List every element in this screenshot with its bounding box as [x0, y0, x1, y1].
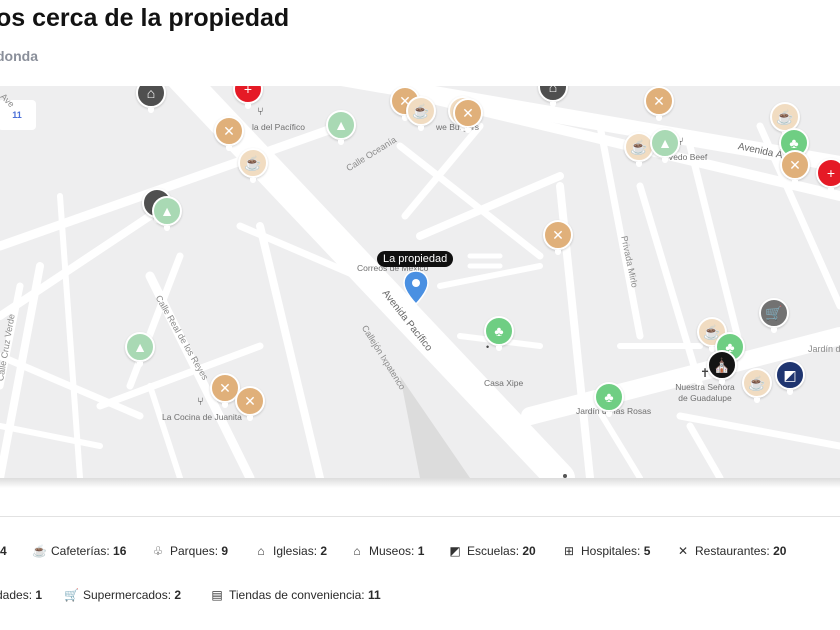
category-cafeterias: ☕ Cafeterías: 16 — [32, 544, 127, 558]
place-label: La Cocina de Juanita — [162, 412, 242, 422]
museum-icon: ⌂ — [136, 86, 166, 108]
cafe-icon: ☕ — [406, 96, 436, 126]
restaurant-pin[interactable]: ✕ — [644, 86, 674, 122]
park-icon: ♣ — [594, 382, 624, 412]
museum-pin[interactable]: ⌂ — [538, 86, 568, 108]
restaurant-pin[interactable]: ✕ — [543, 220, 573, 256]
restaurant-pin[interactable]: ✕ — [235, 386, 265, 422]
property-pin-icon[interactable] — [403, 270, 429, 306]
cafe-icon: ☕ — [32, 544, 47, 558]
school-icon: ◩ — [775, 360, 805, 390]
museum-icon: ⌂ — [538, 86, 568, 102]
cafe-pin[interactable]: ☕ — [238, 148, 268, 184]
restaurant-icon: ✕ — [543, 220, 573, 250]
category-museos: ⌂ Museos: 1 — [350, 541, 424, 561]
school-pin[interactable]: ◩ — [775, 360, 805, 396]
hospital-pin[interactable]: + — [233, 86, 263, 110]
category-supermercados: 🛒 Supermercados: 2 — [64, 588, 182, 602]
category-escuelas: ◩ Escuelas: 20 — [449, 544, 536, 558]
school-pin[interactable]: ▲ — [326, 110, 356, 146]
park-icon: ♧ — [152, 544, 164, 558]
restaurant-icon: ✕ — [644, 86, 674, 116]
hospital-icon: + — [233, 86, 263, 104]
store-icon: ▤ — [211, 588, 223, 602]
church-icon: ⛪ — [707, 350, 737, 380]
park-pin[interactable]: ♣ — [484, 316, 514, 352]
cafe-icon: ☕ — [238, 148, 268, 178]
restaurant-icon: ✕ — [677, 544, 689, 558]
category-parques: ♧ Parques: 9 — [152, 544, 229, 558]
page-title: os cerca de la propiedad — [0, 4, 290, 32]
divider — [0, 516, 840, 517]
category-hospitales: ⊞ Hospitales: 5 — [563, 544, 651, 558]
school-pin[interactable]: ▲ — [125, 332, 155, 368]
cart-icon: 🛒 — [64, 588, 79, 602]
page-subtitle: donda — [0, 48, 38, 64]
restaurant-pin[interactable]: ✕ — [214, 116, 244, 152]
school-pin[interactable]: ▲ — [152, 196, 182, 232]
school-pin[interactable]: ▲ — [650, 128, 680, 164]
restaurant-pin[interactable]: ✕ — [453, 98, 483, 134]
park-icon: ♣ — [484, 316, 514, 346]
fork-knife-icon: ⑂ — [197, 396, 204, 408]
category-partial: 4 — [0, 544, 7, 558]
school-icon: ▲ — [125, 332, 155, 362]
restaurant-pin[interactable]: ✕ — [780, 150, 810, 186]
museum-pin[interactable]: ⌂ — [136, 86, 166, 114]
church-pin[interactable]: ⛪ — [707, 350, 737, 386]
cafe-pin[interactable]: ☕ — [406, 96, 436, 132]
cafe-pin[interactable]: ☕ — [742, 368, 772, 404]
cafe-icon: ☕ — [742, 368, 772, 398]
church-icon: ⌂ — [257, 544, 265, 558]
hospital-icon: + — [816, 158, 840, 188]
hospital-pin[interactable]: + — [816, 158, 840, 194]
museum-icon: ⌂ — [353, 544, 361, 558]
place-label: la del Pacífico — [252, 122, 305, 132]
category-partial: dades: 1 — [0, 588, 43, 602]
hospital-icon: ⊞ — [563, 544, 575, 558]
category-tiendas: ▤ Tiendas de conveniencia: 11 — [211, 588, 381, 602]
school-icon: ▲ — [152, 196, 182, 226]
cart-icon: 🛒 — [759, 298, 789, 328]
restaurant-icon: ✕ — [453, 98, 483, 128]
park-pin[interactable]: ♣ — [594, 382, 624, 418]
school-icon: ◩ — [449, 544, 461, 558]
property-label: La propiedad — [377, 251, 454, 267]
place-label: Casa Xipe — [484, 378, 524, 388]
school-icon: ▲ — [326, 110, 356, 140]
category-restaurantes: ✕ Restaurantes: 20 — [677, 544, 787, 558]
school-icon: ▲ — [650, 128, 680, 158]
category-iglesias: ⌂ Iglesias: 2 — [254, 541, 327, 561]
restaurant-icon: ✕ — [780, 150, 810, 180]
map-bottom-edge — [0, 478, 840, 488]
street-label: Jardín de — [808, 344, 840, 354]
supermarket-pin[interactable]: 🛒 — [759, 298, 789, 334]
restaurant-icon: ✕ — [235, 386, 265, 416]
restaurant-icon: ✕ — [214, 116, 244, 146]
map[interactable]: 11 Calle Oceanía Avenida Pacífico Calle … — [0, 86, 840, 478]
